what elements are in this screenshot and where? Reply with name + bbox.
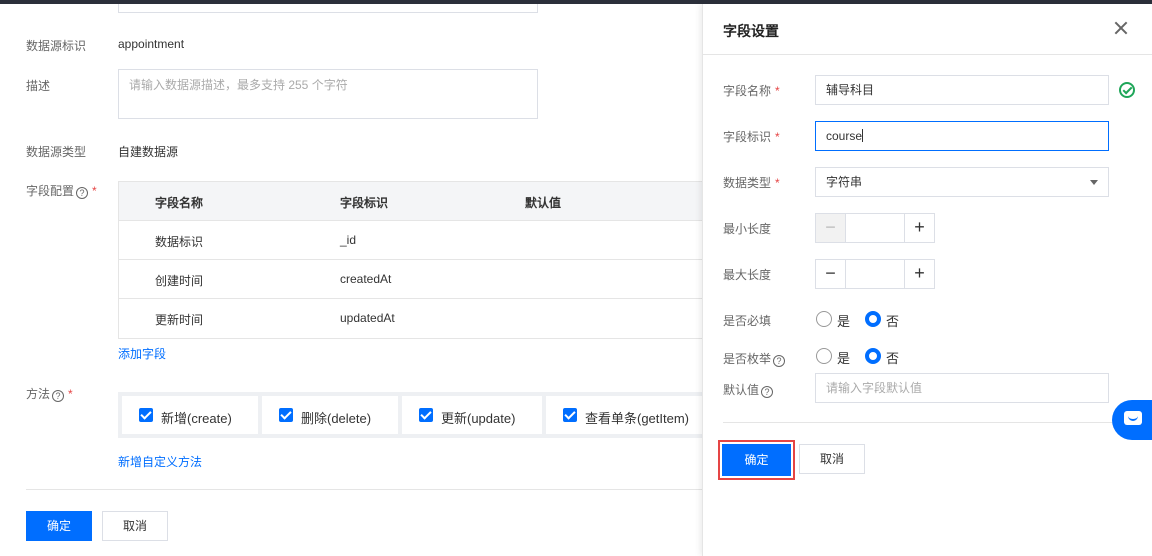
field-name-label: 字段名称 * <box>723 82 780 99</box>
table-cell: 创建时间 <box>155 274 204 288</box>
help-icon[interactable]: ? <box>76 187 89 199</box>
table-header-row: 字段名称 字段标识 默认值 <box>119 182 702 221</box>
close-icon[interactable] <box>1113 20 1129 36</box>
table-cell: 数据标识 <box>155 235 204 249</box>
table-cell: updatedAt <box>340 311 395 325</box>
divider <box>703 54 1152 55</box>
source-id-label: 数据源标识 <box>26 39 87 53</box>
data-type-value: 字符串 <box>826 175 863 189</box>
source-type-label: 数据源类型 <box>26 145 87 159</box>
field-id-value: course <box>826 129 863 143</box>
method-label: 更新(update) <box>441 411 516 426</box>
enum-yes-radio[interactable] <box>816 348 832 364</box>
fields-table: 字段名称 字段标识 默认值 数据标识 _id 创建时间 createdAt 更新… <box>118 181 702 339</box>
minus-icon[interactable]: − <box>816 214 846 242</box>
field-id-input[interactable]: course <box>815 121 1109 151</box>
field-settings-drawer: 字段设置 字段名称 * 辅导科目 字段标识 * course 数据类型 * 字符串 最… <box>702 4 1152 556</box>
default-value-input[interactable]: 请输入字段默认值 <box>815 373 1109 403</box>
drawer-cancel-button[interactable]: 取消 <box>799 444 865 474</box>
method-checkbox-getitem[interactable]: 查看单条(getItem) <box>546 396 702 434</box>
required-mark: * <box>775 176 780 190</box>
table-row: 创建时间 createdAt <box>119 260 702 299</box>
radio-label-yes: 是 <box>837 314 851 329</box>
max-length-stepper[interactable]: − + <box>815 259 935 289</box>
help-icon[interactable]: ? <box>52 390 65 402</box>
radio-label-no: 否 <box>886 351 900 366</box>
enum-label: 是否枚举? <box>723 350 786 367</box>
source-id-value: appointment <box>118 37 185 51</box>
required-mark: * <box>775 84 780 98</box>
required-yes-radio[interactable] <box>816 311 832 327</box>
help-icon[interactable]: ? <box>773 355 786 367</box>
table-cell: _id <box>340 233 357 247</box>
radio-label-yes: 是 <box>837 351 851 366</box>
checkbox-checked-icon <box>419 408 433 422</box>
min-length-label: 最小长度 <box>723 222 772 236</box>
desc-placeholder: 请输入数据源描述，最多支持 255 个字符 <box>129 78 348 92</box>
datasource-form: 数据源标识 appointment 描述 请输入数据源描述，最多支持 255 个… <box>0 4 702 556</box>
data-type-label-text: 数据类型 <box>723 176 772 190</box>
text-caret <box>862 129 864 142</box>
required-no-radio[interactable] <box>865 311 881 327</box>
table-header-cell: 字段标识 <box>340 196 389 210</box>
max-length-label: 最大长度 <box>723 268 772 282</box>
plus-icon[interactable]: + <box>904 260 934 288</box>
table-header-cell: 默认值 <box>525 196 562 210</box>
required-mark: * <box>68 387 73 401</box>
plus-icon[interactable]: + <box>904 214 934 242</box>
methods-group: 新增(create) 删除(delete) 更新(update) 查看单条(ge… <box>118 392 702 438</box>
add-field-link[interactable]: 添加字段 <box>118 345 166 362</box>
divider <box>723 422 1133 423</box>
checkbox-checked-icon <box>139 408 153 422</box>
table-row: 数据标识 _id <box>119 221 702 260</box>
drawer-title: 字段设置 <box>723 23 779 39</box>
methods-label: 方法? * <box>26 385 73 402</box>
table-cell: createdAt <box>340 272 392 286</box>
default-value-label-text: 默认值 <box>723 383 760 397</box>
minus-icon[interactable]: − <box>816 260 846 288</box>
help-icon[interactable]: ? <box>761 386 774 398</box>
default-value-label: 默认值? <box>723 381 774 398</box>
confirm-button[interactable]: 确定 <box>26 511 92 541</box>
table-row: 更新时间 updatedAt <box>119 299 702 338</box>
source-type-value: 自建数据源 <box>118 145 179 159</box>
field-id-label: 字段标识 * <box>723 128 780 145</box>
desc-label: 描述 <box>26 79 51 93</box>
enum-label-text: 是否枚举 <box>723 352 772 366</box>
data-type-label: 数据类型 * <box>723 174 780 191</box>
name-input-partial[interactable] <box>118 4 538 13</box>
chat-float-button[interactable] <box>1112 400 1152 440</box>
min-length-stepper[interactable]: − + <box>815 213 935 243</box>
table-cell: 更新时间 <box>155 313 204 327</box>
method-label: 新增(create) <box>161 411 232 426</box>
method-checkbox-update[interactable]: 更新(update) <box>402 396 542 434</box>
check-circle-icon <box>1119 82 1135 98</box>
method-checkbox-create[interactable]: 新增(create) <box>122 396 258 434</box>
data-type-select[interactable]: 字符串 <box>815 167 1109 197</box>
field-name-label-text: 字段名称 <box>723 84 772 98</box>
methods-label-text: 方法 <box>26 387 51 401</box>
divider <box>26 489 702 490</box>
field-name-input[interactable]: 辅导科目 <box>815 75 1109 105</box>
enum-no-radio[interactable] <box>865 348 881 364</box>
checkbox-checked-icon <box>279 408 293 422</box>
field-id-label-text: 字段标识 <box>723 130 772 144</box>
method-checkbox-delete[interactable]: 删除(delete) <box>262 396 398 434</box>
chevron-down-icon <box>1090 180 1098 185</box>
drawer-confirm-button[interactable]: 确定 <box>722 444 791 476</box>
required-label: 是否必填 <box>723 314 772 328</box>
add-method-link[interactable]: 新增自定义方法 <box>118 453 202 470</box>
method-label: 删除(delete) <box>301 411 372 426</box>
method-label: 查看单条(getItem) <box>585 411 690 426</box>
fields-label: 字段配置? * <box>26 182 97 199</box>
radio-label-no: 否 <box>886 314 900 329</box>
table-header-cell: 字段名称 <box>155 196 204 210</box>
fields-label-text: 字段配置 <box>26 184 75 198</box>
checkbox-checked-icon <box>563 408 577 422</box>
required-mark: * <box>775 130 780 144</box>
cancel-button[interactable]: 取消 <box>102 511 168 541</box>
required-mark: * <box>92 184 97 198</box>
desc-textarea[interactable]: 请输入数据源描述，最多支持 255 个字符 <box>118 69 538 119</box>
chat-icon <box>1124 411 1142 425</box>
